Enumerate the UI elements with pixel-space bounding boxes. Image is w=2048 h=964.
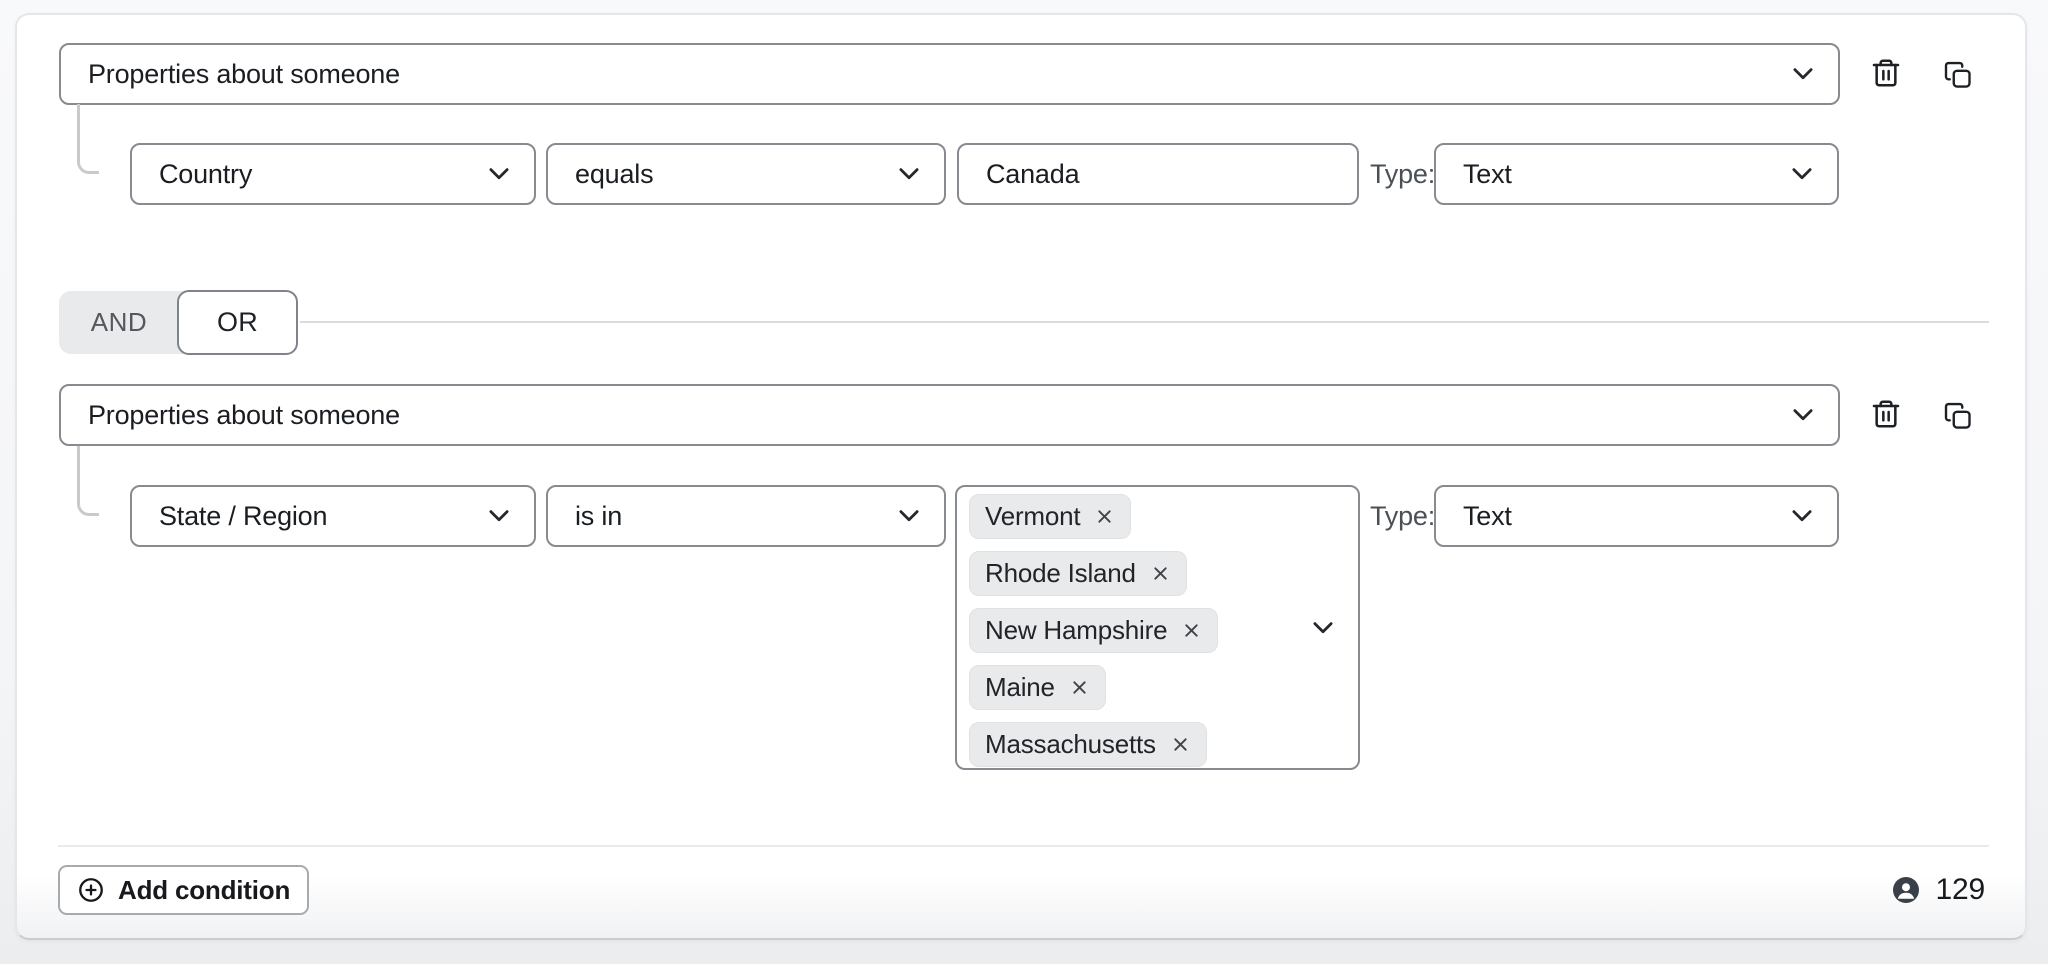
- duplicate-group-button[interactable]: [1936, 394, 1980, 438]
- remove-tag-icon[interactable]: [1170, 734, 1191, 755]
- remove-tag-icon[interactable]: [1094, 506, 1115, 527]
- type-value: Text: [1463, 501, 1512, 532]
- chevron-down-icon: [1308, 613, 1338, 643]
- value-input[interactable]: [957, 143, 1359, 205]
- type-select[interactable]: Text: [1434, 485, 1839, 547]
- field-select[interactable]: Country: [130, 143, 536, 205]
- person-icon: [1893, 877, 1919, 903]
- logic-toggle: AND OR: [59, 291, 297, 354]
- field-value: State / Region: [159, 501, 327, 532]
- plus-circle-icon: [77, 876, 105, 904]
- chevron-down-icon: [1788, 400, 1818, 430]
- copy-icon: [1943, 401, 1973, 431]
- delete-group-button[interactable]: [1864, 51, 1908, 95]
- add-condition-button[interactable]: Add condition: [58, 865, 309, 915]
- group-divider-line: [300, 321, 1989, 323]
- tag-label: Vermont: [985, 501, 1080, 532]
- chevron-down-icon: [484, 501, 514, 531]
- remove-tag-icon[interactable]: [1150, 563, 1171, 584]
- trash-icon: [1870, 56, 1902, 90]
- chevron-down-icon: [484, 159, 514, 189]
- property-source-select[interactable]: Properties about someone: [59, 43, 1840, 105]
- and-toggle-button[interactable]: AND: [59, 291, 179, 354]
- trash-icon: [1870, 397, 1902, 431]
- audience-count-value: 129: [1936, 873, 1985, 907]
- tag-label: Rhode Island: [985, 558, 1136, 589]
- condition-connector-line: [77, 446, 99, 516]
- selected-values-list: Vermont Rhode Island New Hampshire Maine…: [969, 494, 1346, 767]
- type-value: Text: [1463, 159, 1512, 190]
- copy-icon: [1943, 60, 1973, 90]
- type-select[interactable]: Text: [1434, 143, 1839, 205]
- selected-value-tag: Massachusetts: [969, 722, 1207, 767]
- audience-count: 129: [1893, 865, 1985, 915]
- selected-value-tag: New Hampshire: [969, 608, 1218, 653]
- selected-value-tag: Rhode Island: [969, 551, 1187, 596]
- chevron-down-icon: [894, 501, 924, 531]
- or-toggle-button[interactable]: OR: [177, 290, 298, 355]
- chevron-down-icon: [1787, 501, 1817, 531]
- duplicate-group-button[interactable]: [1936, 53, 1980, 97]
- selected-value-tag: Maine: [969, 665, 1106, 710]
- chevron-down-icon: [1787, 159, 1817, 189]
- delete-group-button[interactable]: [1864, 392, 1908, 436]
- chevron-down-icon: [1788, 59, 1818, 89]
- operator-value: is in: [575, 501, 622, 532]
- operator-value: equals: [575, 159, 653, 190]
- chevron-down-icon: [894, 159, 924, 189]
- footer-divider-line: [58, 845, 1989, 847]
- condition-connector-line: [77, 104, 99, 174]
- add-condition-label: Add condition: [118, 875, 290, 906]
- operator-select[interactable]: is in: [546, 485, 946, 547]
- field-value: Country: [159, 159, 252, 190]
- tag-label: New Hampshire: [985, 615, 1167, 646]
- field-select[interactable]: State / Region: [130, 485, 536, 547]
- remove-tag-icon[interactable]: [1069, 677, 1090, 698]
- page-background: { "filter_groups": [ { "source": "Proper…: [0, 0, 2048, 964]
- remove-tag-icon[interactable]: [1181, 620, 1202, 641]
- filter-builder-card: Properties about someone Country equals …: [15, 13, 2027, 940]
- tag-label: Massachusetts: [985, 729, 1156, 760]
- type-label: Type:: [1370, 485, 1435, 547]
- selected-value-tag: Vermont: [969, 494, 1131, 539]
- multi-value-select[interactable]: Vermont Rhode Island New Hampshire Maine…: [955, 485, 1360, 770]
- property-source-value: Properties about someone: [88, 400, 400, 431]
- operator-select[interactable]: equals: [546, 143, 946, 205]
- property-source-select[interactable]: Properties about someone: [59, 384, 1840, 446]
- type-label: Type:: [1370, 143, 1435, 205]
- tag-label: Maine: [985, 672, 1055, 703]
- property-source-value: Properties about someone: [88, 59, 400, 90]
